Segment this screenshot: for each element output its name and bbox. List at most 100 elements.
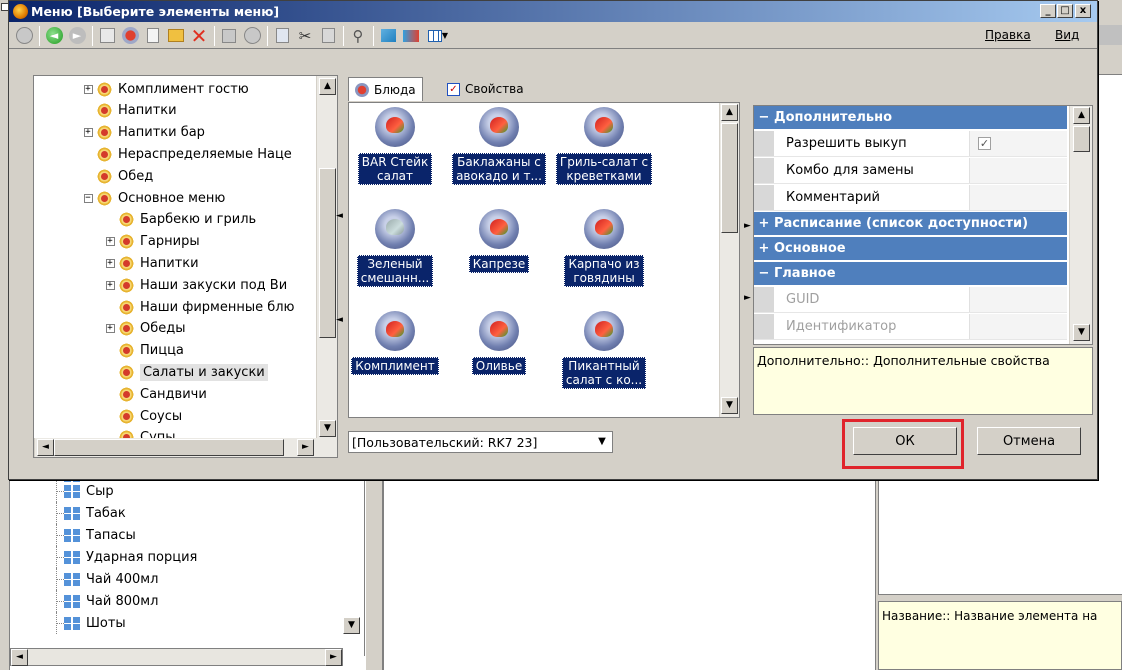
property-value[interactable] xyxy=(970,185,1067,210)
save-icon[interactable] xyxy=(218,25,240,47)
tree-item[interactable]: + Наши закуски под Ви xyxy=(102,274,287,296)
edit-icon[interactable] xyxy=(377,25,399,47)
background-splitter[interactable] xyxy=(365,470,383,670)
property-comment[interactable]: Комментарий xyxy=(754,185,1067,211)
tab-properties[interactable]: ✓ Свойства xyxy=(441,77,530,101)
expand-icon[interactable]: + xyxy=(83,84,93,94)
expand-icon[interactable]: + xyxy=(754,216,774,231)
expand-icon[interactable]: + xyxy=(754,241,774,256)
tree-item[interactable]: + Напитки бар xyxy=(80,122,205,144)
dialog-titlebar[interactable]: Меню [Выберите элементы меню] xyxy=(9,1,1097,22)
refresh-icon[interactable] xyxy=(13,25,35,47)
ok-button[interactable]: ОК xyxy=(853,427,957,455)
dish-tile[interactable]: Зеленый смешанн... xyxy=(349,209,445,287)
expand-icon[interactable]: + xyxy=(83,128,93,138)
tree-item[interactable]: Напитки xyxy=(80,100,177,122)
category-schedule[interactable]: + Расписание (список доступности) xyxy=(754,212,1067,236)
property-value[interactable] xyxy=(970,287,1067,312)
tree-item[interactable]: Салаты и закуски xyxy=(102,361,268,383)
splitter-left[interactable]: ◄ ◄ xyxy=(336,211,344,331)
tree-item[interactable]: − Основное меню xyxy=(80,187,225,209)
undo-icon[interactable] xyxy=(241,25,263,47)
dish-tile[interactable]: Карпачо из говядины xyxy=(554,209,654,287)
minimize-button[interactable]: _ xyxy=(1040,4,1056,18)
property-identifier[interactable]: Идентификатор xyxy=(754,314,1067,340)
cancel-button[interactable]: Отмена xyxy=(977,427,1081,455)
background-tree-item[interactable]: Тапасы xyxy=(10,524,364,546)
paste-icon[interactable] xyxy=(317,25,339,47)
property-allow-buyout[interactable]: Разрешить выкуп ✓ xyxy=(754,131,1067,157)
expand-icon[interactable]: + xyxy=(105,280,115,290)
copy-icon[interactable] xyxy=(271,25,293,47)
tree-item[interactable]: + Гарниры xyxy=(102,231,200,253)
property-vertical-scrollbar[interactable]: ▲ ▼ xyxy=(1069,106,1092,344)
search-icon[interactable]: ⚲ xyxy=(347,25,369,47)
dish-tile[interactable]: Баклажаны с авокадо и т... xyxy=(449,107,549,185)
scroll-thumb[interactable] xyxy=(1073,126,1090,152)
dish-tile[interactable]: Оливье xyxy=(449,311,549,375)
dish-tile[interactable]: Капрезе xyxy=(449,209,549,273)
tree-item[interactable]: Пицца xyxy=(102,340,184,362)
property-value[interactable] xyxy=(970,158,1067,183)
background-tree-item[interactable]: Табак xyxy=(10,502,364,524)
tree-vertical-scrollbar[interactable]: ▲ ▼ xyxy=(316,76,337,438)
tree-item[interactable]: Сандвичи xyxy=(102,383,207,405)
forward-icon[interactable]: ► xyxy=(66,25,88,47)
expand-icon[interactable]: + xyxy=(105,324,115,334)
category-additional[interactable]: − Дополнительно xyxy=(754,106,1067,130)
table-view-icon[interactable]: ▼ xyxy=(423,25,453,47)
background-tree-item[interactable]: Шоты xyxy=(10,612,364,634)
allow-buyout-checkbox[interactable]: ✓ xyxy=(978,137,991,150)
scroll-right-button[interactable]: ► xyxy=(297,439,314,456)
tree-item[interactable]: Наши фирменные блю xyxy=(102,296,295,318)
dish-tile[interactable]: Комплимент xyxy=(349,311,445,375)
scroll-left-button[interactable]: ◄ xyxy=(37,439,54,456)
new-document-icon[interactable] xyxy=(142,25,164,47)
maximize-button[interactable]: □ xyxy=(1057,4,1073,18)
background-horizontal-scrollbar[interactable]: ◄ ► xyxy=(10,648,343,666)
user-selector[interactable]: [Пользовательский: RK7 23] ▼ xyxy=(348,431,613,453)
tab-dishes[interactable]: Блюда xyxy=(348,77,423,101)
background-scroll-down-button[interactable]: ▼ xyxy=(343,617,360,634)
menu-edit[interactable]: Правка xyxy=(985,28,1031,42)
cut-icon[interactable]: ✂ xyxy=(294,25,316,47)
background-tree-item[interactable]: Чай 400мл xyxy=(10,568,364,590)
expand-icon[interactable]: + xyxy=(105,258,115,268)
tree-item[interactable]: Соусы xyxy=(102,405,182,427)
collapse-icon[interactable]: − xyxy=(754,266,774,281)
scroll-down-button[interactable]: ▼ xyxy=(1073,324,1090,341)
scroll-down-button[interactable]: ▼ xyxy=(319,420,336,437)
background-tree-item[interactable]: Чай 800мл xyxy=(10,590,364,612)
splitter-right[interactable]: ► ► xyxy=(744,221,752,311)
dish-vertical-scrollbar[interactable]: ▲ ▼ xyxy=(719,103,739,417)
category-basic[interactable]: + Основное xyxy=(754,237,1067,261)
property-guid[interactable]: GUID xyxy=(754,287,1067,313)
collapse-icon[interactable]: − xyxy=(83,193,93,203)
scroll-thumb[interactable] xyxy=(721,123,738,233)
close-button[interactable]: x xyxy=(1075,4,1091,18)
scroll-thumb[interactable] xyxy=(319,168,336,338)
background-tree-item[interactable]: Ударная порция xyxy=(10,546,364,568)
scroll-left-button[interactable]: ◄ xyxy=(11,649,28,666)
scroll-down-button[interactable]: ▼ xyxy=(721,397,738,414)
transfer-icon[interactable] xyxy=(400,25,422,47)
add-folder-icon[interactable] xyxy=(165,25,187,47)
properties-icon[interactable] xyxy=(96,25,118,47)
dish-tile[interactable]: Пикантный салат с ко... xyxy=(554,311,654,389)
tree-horizontal-scrollbar[interactable]: ◄ ► xyxy=(34,438,337,457)
chevron-down-icon[interactable]: ▼ xyxy=(592,432,612,452)
scroll-up-button[interactable]: ▲ xyxy=(721,104,738,121)
tree-item[interactable]: Нераспределяемые Наце xyxy=(80,143,292,165)
scroll-right-button[interactable]: ► xyxy=(325,649,342,666)
tree-item[interactable]: + Напитки xyxy=(102,252,199,274)
tree-item[interactable]: + Комплимент гостю xyxy=(80,78,249,100)
category-main[interactable]: − Главное xyxy=(754,262,1067,286)
scroll-thumb[interactable] xyxy=(54,439,284,456)
expand-icon[interactable]: + xyxy=(105,237,115,247)
tree-item[interactable]: + Обеды xyxy=(102,318,186,340)
back-icon[interactable]: ◄ xyxy=(43,25,65,47)
collapse-icon[interactable]: − xyxy=(754,110,774,125)
tree-item[interactable]: Барбекю и гриль xyxy=(102,209,256,231)
scroll-up-button[interactable]: ▲ xyxy=(319,78,336,95)
background-tree-item[interactable]: Сыр xyxy=(10,480,364,502)
